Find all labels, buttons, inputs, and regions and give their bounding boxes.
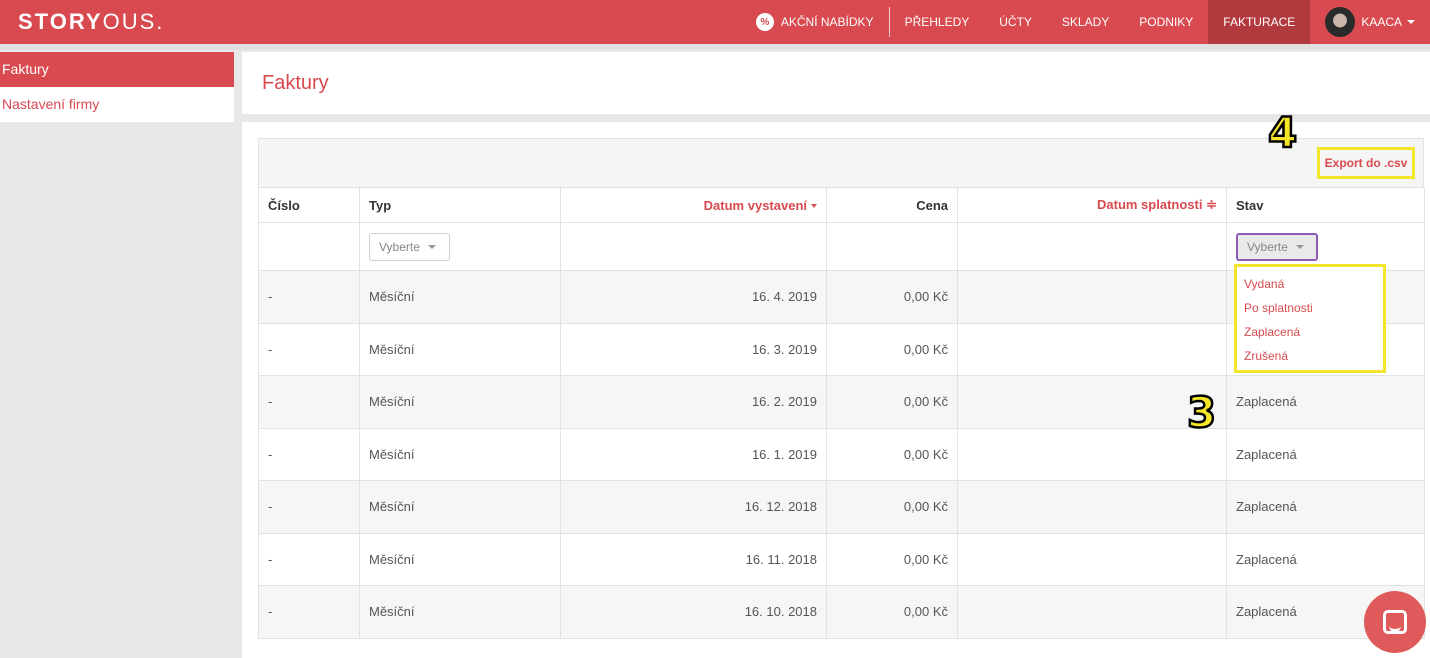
chat-icon [1383, 610, 1407, 634]
cell-cena: 0,00 Kč [826, 585, 958, 639]
cell-cislo: - [258, 532, 360, 586]
filter-cell: Vyberte [359, 222, 561, 271]
sort-both-icon: ≑ [1206, 197, 1217, 212]
cell-datum-splatnosti [957, 480, 1227, 534]
navbar-shadow [0, 44, 1430, 50]
table-row: - Měsíční 16. 11. 2018 0,00 Kč Zaplacená [258, 532, 1425, 586]
export-csv-button[interactable]: Export do .csv [1317, 147, 1415, 179]
cell-cena: 0,00 Kč [826, 375, 958, 429]
cell-cislo: - [258, 270, 360, 324]
cell-cena: 0,00 Kč [826, 270, 958, 324]
cell-datum-vystaveni: 16. 4. 2019 [560, 270, 827, 324]
cell-typ: Měsíční [359, 480, 561, 534]
cell-cislo: - [258, 322, 360, 376]
stav-filter-select[interactable]: Vyberte [1236, 232, 1318, 261]
sidebar-item-faktury[interactable]: Faktury [0, 52, 234, 87]
top-navbar: STORYOUS. % AKČNÍ NABÍDKY PŘEHLEDY ÚČTY … [0, 0, 1430, 44]
cell-cena: 0,00 Kč [826, 322, 958, 376]
cell-cislo: - [258, 427, 360, 481]
sort-desc-icon [811, 204, 817, 209]
chevron-down-icon [427, 244, 436, 249]
user-menu[interactable]: KAACA [1310, 0, 1430, 44]
cell-cena: 0,00 Kč [826, 427, 958, 481]
filter-cell [957, 222, 1227, 271]
chevron-down-icon [1407, 20, 1415, 24]
col-cislo[interactable]: Číslo [258, 187, 360, 223]
chat-launcher-button[interactable] [1364, 591, 1426, 653]
table-header-row: Číslo Typ Datum vystavení Cena Datum spl… [258, 187, 1425, 223]
col-datum-splatnosti[interactable]: Datum splatnosti ≑ [957, 187, 1227, 223]
filter-cell [826, 222, 958, 271]
cell-stav: Zaplacená [1226, 532, 1425, 586]
nav-akcni-nabidky[interactable]: % AKČNÍ NABÍDKY [741, 0, 889, 44]
cell-stav: Zaplacená [1226, 427, 1425, 481]
cell-cislo: - [258, 375, 360, 429]
dropdown-option[interactable]: Zrušená [1244, 344, 1383, 368]
filter-cell [560, 222, 827, 271]
cell-cislo: - [258, 480, 360, 534]
cell-cislo: - [258, 585, 360, 639]
table-row: - Měsíční 16. 10. 2018 0,00 Kč Zaplacená [258, 585, 1425, 639]
col-typ[interactable]: Typ [359, 187, 561, 223]
cell-datum-splatnosti [957, 585, 1227, 639]
cell-stav: Zaplacená [1226, 480, 1425, 534]
page-header: Faktury [242, 52, 1430, 114]
table-row: - Měsíční 16. 12. 2018 0,00 Kč Zaplacená [258, 480, 1425, 534]
select-label: Vyberte [1247, 239, 1288, 254]
dropdown-option[interactable]: Zaplacená [1244, 320, 1383, 344]
table-row: - Měsíční 16. 2. 2019 0,00 Kč Zaplacená [258, 375, 1425, 429]
nav-podniky[interactable]: PODNIKY [1124, 0, 1208, 44]
nav-sklady[interactable]: SKLADY [1047, 0, 1124, 44]
cell-datum-vystaveni: 16. 11. 2018 [560, 532, 827, 586]
cell-datum-vystaveni: 16. 10. 2018 [560, 585, 827, 639]
cell-datum-splatnosti [957, 322, 1227, 376]
cell-datum-splatnosti [957, 270, 1227, 324]
storyous-logo[interactable]: STORYOUS. [18, 9, 164, 35]
cell-typ: Měsíční [359, 375, 561, 429]
nav-prehledy[interactable]: PŘEHLEDY [890, 0, 985, 44]
invoices-table: Číslo Typ Datum vystavení Cena Datum spl… [258, 187, 1425, 639]
nav-label: AKČNÍ NABÍDKY [780, 15, 874, 29]
cell-datum-splatnosti [957, 532, 1227, 586]
user-name: KAACA [1361, 15, 1402, 29]
nav-ucty[interactable]: ÚČTY [984, 0, 1047, 44]
col-datum-vystaveni[interactable]: Datum vystavení [560, 187, 827, 223]
cell-typ: Měsíční [359, 322, 561, 376]
cell-typ: Měsíční [359, 532, 561, 586]
dropdown-option[interactable]: Po splatnosti [1244, 296, 1383, 320]
cell-typ: Měsíční [359, 427, 561, 481]
table-row: - Měsíční 16. 1. 2019 0,00 Kč Zaplacená [258, 427, 1425, 481]
page-title: Faktury [262, 72, 329, 94]
filter-cell [258, 222, 360, 271]
table-toolbar [258, 138, 1424, 188]
annotation-number-3: 3 [1186, 388, 1218, 437]
cell-typ: Měsíční [359, 270, 561, 324]
sidebar-item-nastaveni-firmy[interactable]: Nastavení firmy [0, 87, 234, 122]
cell-datum-vystaveni: 16. 3. 2019 [560, 322, 827, 376]
select-label: Vyberte [379, 239, 420, 254]
avatar [1325, 7, 1356, 37]
col-stav[interactable]: Stav [1226, 187, 1425, 223]
cell-typ: Měsíční [359, 585, 561, 639]
typ-filter-select[interactable]: Vyberte [369, 232, 450, 261]
col-cena[interactable]: Cena [826, 187, 958, 223]
main-nav: % AKČNÍ NABÍDKY PŘEHLEDY ÚČTY SKLADY POD… [741, 0, 1430, 44]
percent-icon: % [755, 13, 774, 31]
cell-cena: 0,00 Kč [826, 532, 958, 586]
dropdown-option[interactable]: Vydaná [1244, 272, 1383, 296]
cell-datum-vystaveni: 16. 2. 2019 [560, 375, 827, 429]
sidebar: Faktury Nastavení firmy [0, 52, 234, 122]
annotation-number-4: 4 [1267, 108, 1299, 157]
cell-datum-vystaveni: 16. 1. 2019 [560, 427, 827, 481]
cell-stav: Zaplacená [1226, 375, 1425, 429]
col-label: Datum splatnosti [1097, 197, 1203, 212]
cell-datum-vystaveni: 16. 12. 2018 [560, 480, 827, 534]
invoices-panel: Export do .csv Číslo Typ Datum vystavení… [242, 122, 1430, 658]
cell-cena: 0,00 Kč [826, 480, 958, 534]
chevron-down-icon [1295, 244, 1304, 249]
stav-dropdown-menu: Vydaná Po splatnosti Zaplacená Zrušená [1234, 264, 1386, 373]
nav-fakturace[interactable]: FAKTURACE [1208, 0, 1311, 44]
col-label: Datum vystavení [703, 197, 807, 213]
